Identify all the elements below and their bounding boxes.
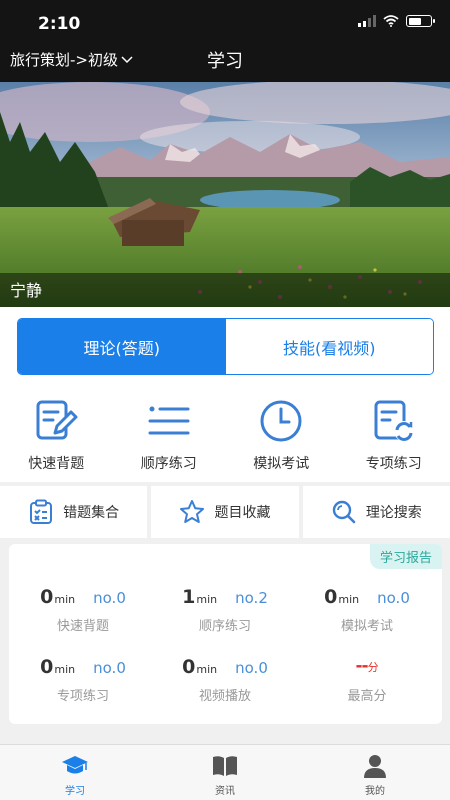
refresh-doc-icon xyxy=(374,400,414,441)
study-report-card: 学习报告 0min no.0 快速背题 1min no.2 顺序练习 0min … xyxy=(9,544,442,724)
favorites-button[interactable]: 题目收藏 xyxy=(151,486,299,538)
cellular-signal-icon xyxy=(358,15,376,27)
bottom-tab-bar: 学习 资讯 我的 xyxy=(0,744,450,800)
feature-label: 模拟考试 xyxy=(253,456,310,472)
tab-profile[interactable]: 我的 xyxy=(300,745,450,800)
feature-mock-exam[interactable]: 模拟考试 xyxy=(225,387,338,482)
stat-high-score: --分 最高分 xyxy=(347,656,387,704)
wrong-questions-button[interactable]: 错题集合 xyxy=(0,486,148,538)
tab-news[interactable]: 资讯 xyxy=(150,745,300,800)
stat-sequential: 1min no.2 顺序练习 xyxy=(182,586,268,634)
tab-skill[interactable]: 技能(看视频) xyxy=(225,319,433,374)
nav-bar: 旅行策划->初级 学习 xyxy=(0,44,450,82)
stat-mock-exam: 0min no.0 模拟考试 xyxy=(324,586,410,634)
list-icon xyxy=(148,406,190,435)
battery-icon xyxy=(406,15,435,27)
clipboard-x-icon xyxy=(30,499,53,524)
feature-label: 专项练习 xyxy=(365,456,422,472)
star-icon xyxy=(180,500,205,523)
feature-grid: 快速背题 顺序练习 模拟考试 专项练习 xyxy=(0,387,450,482)
feature-label: 快速背题 xyxy=(28,456,85,472)
banner-caption: 宁静 xyxy=(10,281,43,300)
caption-overlay xyxy=(0,273,450,307)
status-icons xyxy=(358,15,435,27)
user-icon xyxy=(364,755,386,778)
tab-study[interactable]: 学习 xyxy=(0,745,150,800)
search-icon xyxy=(332,500,356,524)
stat-topic-practice: 0min no.0 专项练习 xyxy=(40,656,126,704)
tool-label: 题目收藏 xyxy=(214,505,271,521)
feature-quick-review[interactable]: 快速背题 xyxy=(0,387,113,482)
tool-label: 错题集合 xyxy=(63,505,120,521)
wifi-icon xyxy=(383,15,399,27)
edit-note-icon xyxy=(36,400,78,440)
banner-carousel[interactable]: 宁静 xyxy=(0,82,450,307)
feature-label: 顺序练习 xyxy=(140,456,197,472)
theory-search-button[interactable]: 理论搜索 xyxy=(302,486,450,538)
graduation-cap-icon xyxy=(62,756,88,774)
page-title: 学习 xyxy=(207,51,243,72)
clock-icon xyxy=(260,400,302,442)
tab-theory[interactable]: 理论(答题) xyxy=(18,319,226,374)
feature-topic-practice[interactable]: 专项练习 xyxy=(338,387,450,482)
study-report-badge[interactable]: 学习报告 xyxy=(369,544,442,569)
tools-row: 错题集合 题目收藏 理论搜索 xyxy=(0,486,450,538)
stat-video-playback: 0min no.0 视频播放 xyxy=(182,656,268,704)
status-bar: 2:10 xyxy=(0,0,450,44)
mode-toggle-section: 理论(答题) 技能(看视频) xyxy=(0,307,450,387)
feature-sequential[interactable]: 顺序练习 xyxy=(113,387,226,482)
tool-label: 理论搜索 xyxy=(365,505,422,521)
stat-quick-review: 0min no.0 快速背题 xyxy=(40,586,126,634)
status-time: 2:10 xyxy=(38,14,81,34)
book-icon xyxy=(213,756,237,776)
mode-toggle: 理论(答题) 技能(看视频) xyxy=(17,318,434,375)
